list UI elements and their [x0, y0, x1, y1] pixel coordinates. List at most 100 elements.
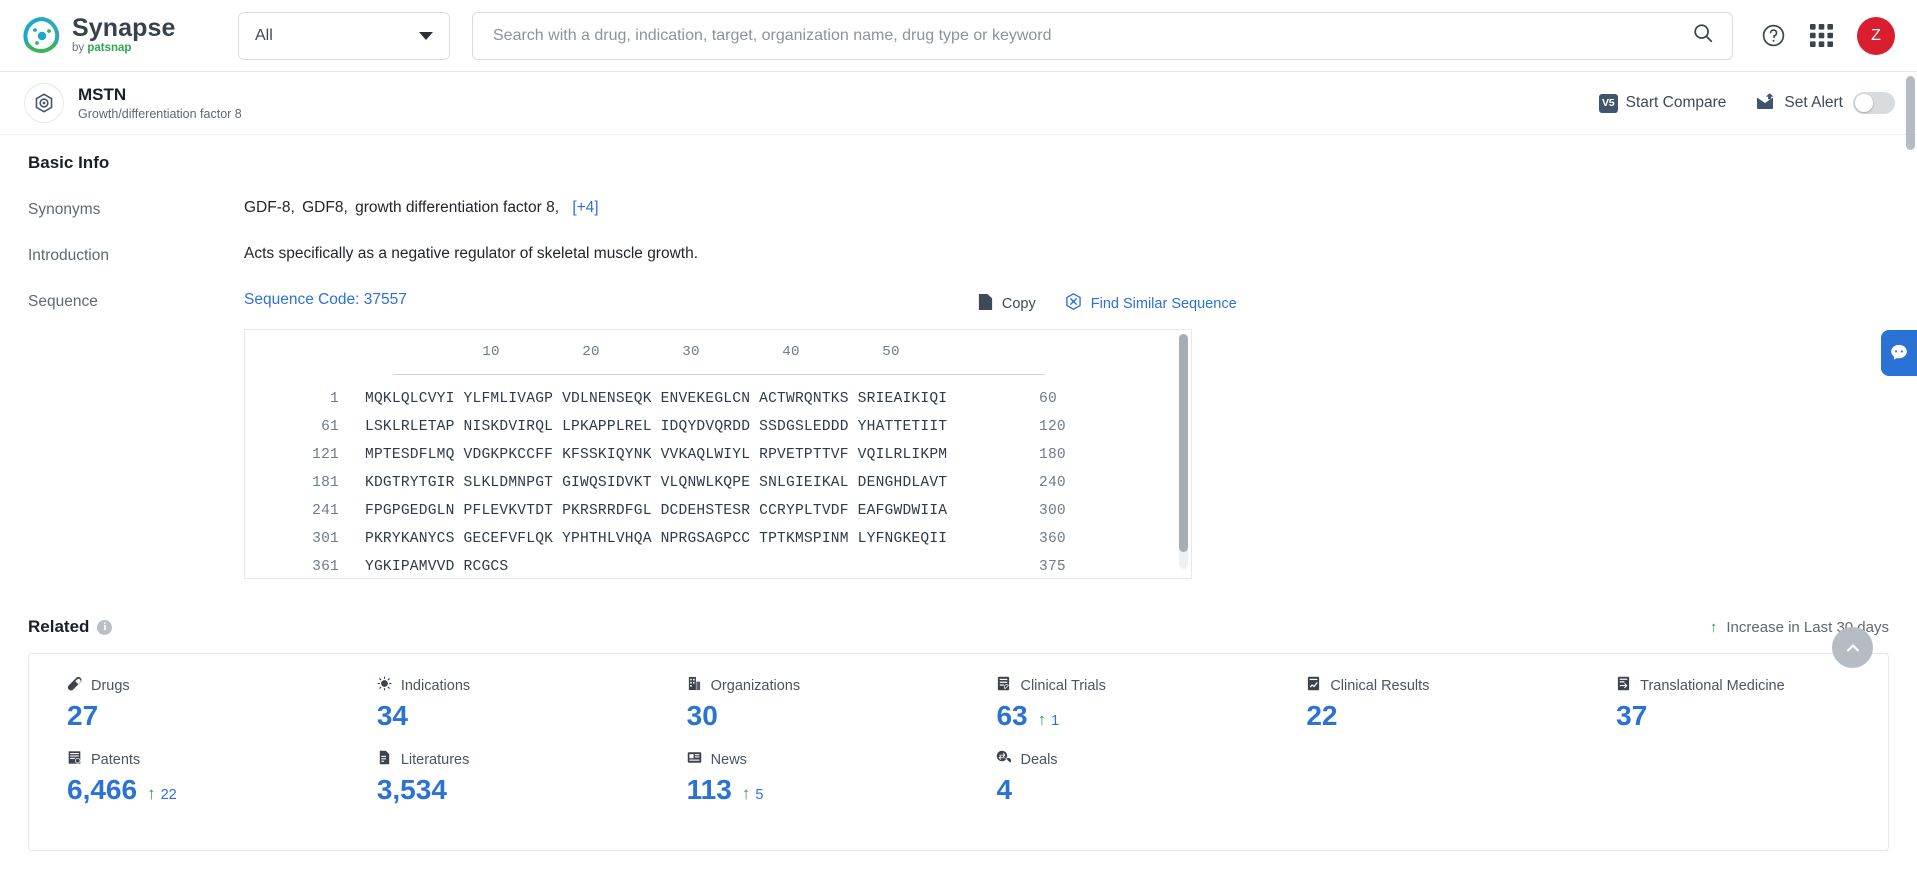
stat-literatures[interactable]: Literatures 3,534 [339, 750, 649, 806]
sequence-start-index: 181 [312, 475, 339, 491]
sequence-scrollbar[interactable] [1179, 334, 1188, 569]
arrow-up-icon: ↑ [1037, 710, 1047, 729]
page-scrollbar-thumb[interactable] [1906, 76, 1915, 150]
set-alert-control[interactable]: Set Alert [1756, 92, 1895, 115]
synonyms-more-link[interactable]: [+4] [572, 199, 598, 216]
stat-value-text: 4 [996, 774, 1013, 805]
sequence-start-index: 1 [330, 391, 339, 407]
ruler-tick: 50 [882, 344, 900, 360]
stat-delta-value: 1 [1051, 713, 1060, 729]
building-icon [687, 676, 702, 695]
sequence-scrollbar-thumb[interactable] [1179, 334, 1188, 552]
basic-info-title: Basic Info [28, 153, 110, 172]
synonyms-label: Synonyms [28, 201, 101, 218]
chevron-down-icon [419, 31, 433, 40]
scroll-to-top-button[interactable] [1832, 627, 1873, 668]
toggle-knob [1855, 94, 1873, 112]
info-icon[interactable]: i [97, 619, 113, 635]
stat-news[interactable]: News 113 ↑ 5 [649, 750, 959, 806]
sequence-end-index: 360 [1039, 531, 1066, 547]
stat-label-text: Clinical Results [1330, 677, 1430, 694]
ruler-tick: 10 [482, 344, 500, 360]
virus-icon [377, 676, 392, 695]
find-similar-sequence-button[interactable]: Find Similar Sequence [1064, 292, 1237, 315]
stat-label-text: Patents [91, 751, 141, 768]
stat-value-text: 6,466 [67, 774, 138, 805]
related-title: Related [28, 617, 90, 636]
stat-organizations[interactable]: Organizations 30 [649, 676, 959, 732]
stat-clinical-trials[interactable]: Clinical Trials 63 ↑ 1 [958, 676, 1268, 732]
search-category-select[interactable]: All [238, 11, 450, 60]
brand-name: Synapse [72, 14, 176, 43]
search-category-value: All [255, 26, 273, 44]
introduction-value: Acts specifically as a negative regulato… [244, 245, 699, 262]
stat-label-text: Literatures [400, 751, 470, 768]
sequence-start-index: 361 [312, 559, 339, 575]
stat-translational-medicine[interactable]: Translational Medicine 37 [1578, 676, 1888, 732]
stat-value-text: 30 [686, 700, 718, 731]
stat-delta: ↑ 1 [1038, 710, 1060, 730]
search-input[interactable] [491, 25, 1692, 46]
entity-name: MSTN [78, 85, 127, 105]
stat-drugs[interactable]: Drugs 27 [29, 676, 339, 732]
deals-icon [996, 750, 1013, 769]
sequence-row: Sequence Sequence Code: 37557 Copy Find … [28, 291, 1889, 579]
versus-icon: V5 [1598, 93, 1618, 113]
sequence-code-link[interactable]: Sequence Code: 37557 [244, 291, 407, 309]
synonyms-row: Synonyms GDF-8, GDF8, growth differentia… [28, 199, 1889, 219]
stat-label-text: News [710, 751, 747, 768]
sequence-residues: MPTESDFLMQ VDGKPKCCFF KFSSKIQYNK VVKAQLW… [365, 447, 948, 463]
target-icon [24, 83, 64, 123]
sequence-panel[interactable]: 10 20 30 40 50 1 MQKLQLCVYI YLFMLIVAGP V… [244, 329, 1192, 579]
sequence-residues: PKRYKANYCS GECEFVFLQK YPHTHLVHQA NPRGSAG… [365, 531, 948, 547]
start-compare-button[interactable]: V5 Start Compare [1598, 93, 1727, 113]
sequence-value: Sequence Code: 37557 Copy Find Similar S… [244, 291, 1889, 579]
ruler-tick: 40 [782, 344, 800, 360]
sequence-label: Sequence [28, 293, 98, 310]
sequence-end-index: 180 [1039, 447, 1066, 463]
sequence-start-index: 121 [312, 447, 339, 463]
main-content: Basic Info Synonyms GDF-8, GDF8, growth … [0, 153, 1917, 851]
stat-value-text: 22 [1306, 700, 1338, 731]
synonym-item: GDF-8, [244, 199, 295, 216]
user-avatar[interactable]: Z [1857, 16, 1895, 55]
entity-subtitle: Growth/differentiation factor 8 [78, 106, 242, 121]
entity-header: MSTN Growth/differentiation factor 8 V5 … [0, 72, 1917, 135]
apps-grid-icon[interactable] [1810, 24, 1833, 47]
start-compare-label: Start Compare [1625, 94, 1727, 111]
find-similar-label: Find Similar Sequence [1090, 295, 1237, 312]
stat-label-text: Translational Medicine [1640, 677, 1785, 694]
brand-logo[interactable]: Synapse by patsnap [22, 16, 214, 56]
copy-label: Copy [1001, 295, 1036, 312]
sequence-end-index: 240 [1039, 475, 1066, 491]
search-icon[interactable] [1692, 22, 1714, 49]
sequence-line: 1 MQKLQLCVYI YLFMLIVAGP VDLNENSEQK ENVEK… [245, 391, 1171, 407]
stat-value-text: 113 [686, 774, 732, 805]
synonym-item: GDF8, [302, 199, 348, 216]
stat-value-text: 34 [376, 700, 408, 731]
copy-sequence-button[interactable]: Copy [977, 293, 1036, 315]
stat-deals[interactable]: Deals 4 [958, 750, 1268, 806]
stat-indications[interactable]: Indications 34 [339, 676, 649, 732]
copy-icon [977, 293, 994, 315]
sequence-start-index: 301 [312, 531, 339, 547]
synonym-item: growth differentiation factor 8, [355, 199, 560, 216]
global-search-box[interactable] [472, 11, 1733, 60]
stat-label-text: Deals [1020, 751, 1058, 768]
stat-clinical-results[interactable]: Clinical Results 22 [1268, 676, 1578, 732]
stat-value-text: 3,534 [376, 774, 447, 805]
news-icon [687, 750, 702, 769]
sequence-end-index: 375 [1039, 559, 1066, 575]
ruler-tick: 20 [582, 344, 600, 360]
set-alert-label: Set Alert [1784, 94, 1843, 111]
set-alert-toggle[interactable] [1853, 92, 1895, 114]
arrow-up-icon: ↑ [147, 784, 156, 803]
help-icon[interactable] [1761, 23, 1786, 48]
sequence-end-index: 60 [1039, 391, 1057, 407]
stat-label-text: Clinical Trials [1020, 677, 1106, 694]
chat-assistant-icon[interactable] [1881, 330, 1917, 376]
literature-icon [377, 750, 392, 769]
introduction-label: Introduction [28, 247, 109, 264]
stat-patents[interactable]: Patents 6,466 ↑ 22 [29, 750, 339, 806]
related-header: Related i ↑ Increase in Last 30 days [28, 617, 1889, 637]
